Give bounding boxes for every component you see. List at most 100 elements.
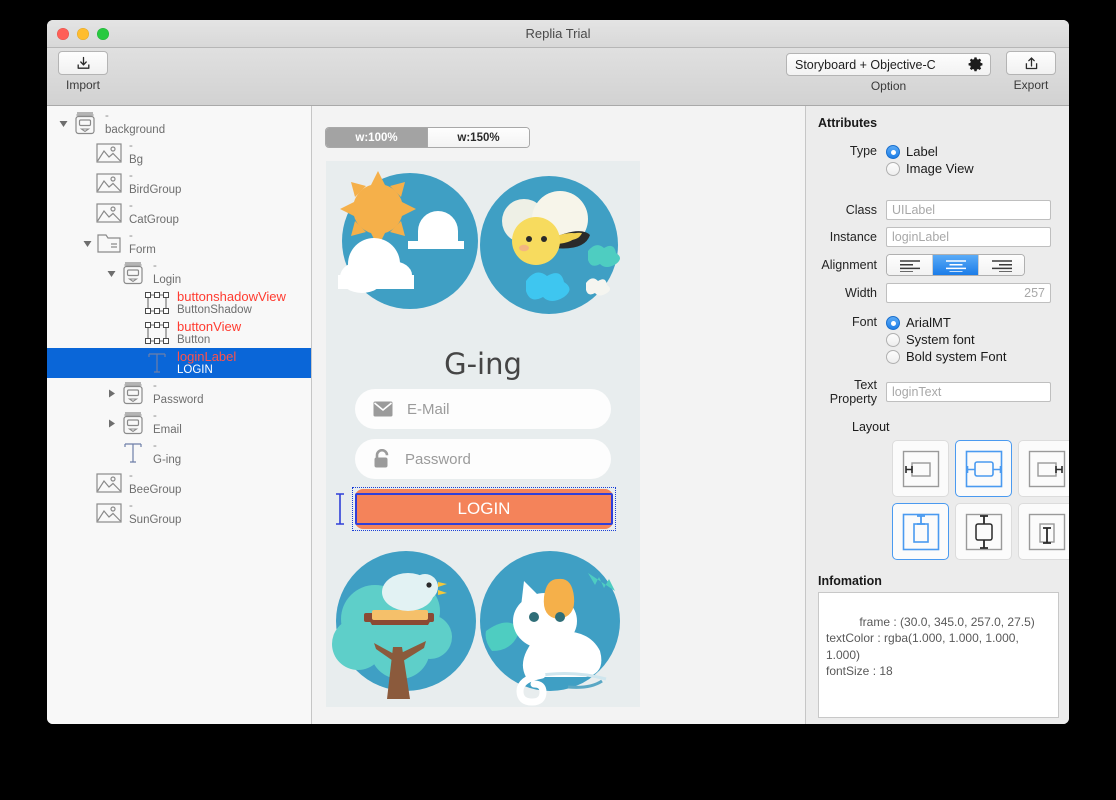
align-center-button[interactable]	[932, 255, 978, 275]
tree-twisty-down-icon[interactable]	[55, 115, 71, 131]
tree-row-buttonshadow[interactable]: buttonshadowView ButtonShadow	[47, 288, 311, 318]
canvas-panel[interactable]: w:100% w:150% G-ing E-Mail Password LOGI…	[312, 106, 806, 724]
layout-cell-pin-horizontal-left[interactable]	[892, 440, 949, 497]
align-right-button[interactable]	[978, 255, 1024, 275]
tree-row-button[interactable]: buttonView Button	[47, 318, 311, 348]
text-property-label: Text Property	[829, 378, 877, 406]
tree-row-labels: - Password	[153, 380, 204, 405]
gear-icon[interactable]	[967, 56, 984, 73]
font-radio-arialmt[interactable]: ArialMT	[886, 315, 1006, 330]
class-input[interactable]: UILabel	[886, 200, 1051, 220]
font-option-system-text: System font	[906, 332, 975, 347]
tree-row-labels: - Form	[129, 230, 156, 255]
tree-row-background[interactable]: - background	[47, 108, 311, 138]
image-view-icon	[95, 173, 123, 193]
login-button-selection-group[interactable]: LOGIN	[336, 487, 620, 531]
tree-row-name: -	[129, 140, 133, 153]
email-field[interactable]: E-Mail	[355, 389, 611, 429]
image-view-icon	[95, 503, 123, 523]
tree-row-beegroup[interactable]: - BeeGroup	[47, 468, 311, 498]
image-view-icon	[96, 203, 122, 223]
instance-input[interactable]: loginLabel	[886, 227, 1051, 247]
font-label: Font	[851, 315, 877, 329]
layout-cell-pin-horizontal-right[interactable]	[1018, 440, 1069, 497]
view-controller-icon	[123, 382, 143, 405]
tree-twisty-right-icon[interactable]	[103, 385, 119, 401]
width-input[interactable]: 257	[886, 283, 1051, 303]
information-textarea[interactable]: frame : (30.0, 345.0, 257.0, 27.5) textC…	[818, 592, 1059, 718]
tree-row-sungroup[interactable]: - SunGroup	[47, 498, 311, 528]
align-left-button[interactable]	[887, 255, 932, 275]
view-controller-icon	[123, 412, 143, 435]
zoom-segment-100[interactable]: w:100%	[326, 128, 427, 147]
layout-cell-pin-vertical-top[interactable]	[892, 503, 949, 560]
width-label: Width	[845, 286, 877, 300]
zoom-segmented-control[interactable]: w:100% w:150%	[325, 127, 530, 148]
zoom-segment-150[interactable]: w:150%	[427, 128, 529, 147]
tree-row-login[interactable]: loginLabel LOGIN	[47, 348, 311, 378]
width-value: 257	[1024, 286, 1045, 300]
layer-tree-panel[interactable]: - background - Bg - BirdGroup - CatGroup - Form - L…	[47, 106, 312, 724]
layout-constraint-grid[interactable]	[892, 440, 1069, 560]
pin-horizontal-right-icon	[1028, 450, 1065, 487]
tree-row-name: -	[153, 260, 157, 273]
tree-row-login[interactable]: - Login	[47, 258, 311, 288]
layout-label: Layout	[852, 420, 890, 434]
tree-row-password[interactable]: - Password	[47, 378, 311, 408]
type-option-image-view-text: Image View	[906, 161, 974, 176]
selection-box-icon	[143, 322, 171, 344]
tree-row-name: -	[153, 410, 157, 423]
type-radio-label[interactable]: Label	[886, 144, 974, 159]
radio-circle-icon	[886, 315, 900, 330]
tree-twisty-down-icon[interactable]	[103, 265, 119, 281]
tree-twisty-down-icon[interactable]	[79, 235, 95, 251]
tree-row-sublabel: Form	[129, 243, 156, 256]
instance-value: loginLabel	[892, 230, 949, 244]
radio-circle-icon	[886, 144, 900, 159]
export-share-icon	[1025, 56, 1037, 69]
option-control[interactable]: Storyboard + Objective-C Option	[786, 53, 991, 93]
font-radio-bold-system[interactable]: Bold system Font	[886, 349, 1006, 364]
tree-row-sublabel: ButtonShadow	[177, 304, 252, 317]
tree-row-email[interactable]: - Email	[47, 408, 311, 438]
tree-row-sublabel: CatGroup	[129, 213, 179, 226]
alignment-segmented-control[interactable]	[886, 254, 1025, 276]
radio-circle-icon	[886, 161, 900, 176]
tree-twisty-placeholder	[127, 355, 143, 371]
tree-row-form[interactable]: - Form	[47, 228, 311, 258]
folder-icon	[95, 233, 123, 254]
tree-twisty-placeholder	[127, 325, 143, 341]
tree-row-g-ing[interactable]: - G-ing	[47, 438, 311, 468]
vertical-constraint-handle-icon[interactable]	[334, 493, 346, 525]
login-button[interactable]: LOGIN	[355, 493, 613, 525]
password-field[interactable]: Password	[355, 439, 611, 479]
tree-twisty-right-icon[interactable]	[103, 415, 119, 431]
tree-row-sublabel: background	[105, 123, 166, 136]
type-radio-image-view[interactable]: Image View	[886, 161, 974, 176]
type-option-label-text: Label	[906, 144, 938, 159]
tree-row-labels: - Login	[153, 260, 181, 285]
layout-cell-pin-horizontal-both[interactable]	[955, 440, 1012, 497]
tree-twisty-placeholder	[103, 445, 119, 461]
layout-cell-pin-vertical-bottom[interactable]	[1018, 503, 1069, 560]
option-dropdown[interactable]: Storyboard + Objective-C	[786, 53, 991, 76]
layout-cell-pin-vertical-both[interactable]	[955, 503, 1012, 560]
text-property-input[interactable]: loginText	[886, 382, 1051, 402]
class-value: UILabel	[892, 203, 936, 217]
image-view-icon	[96, 143, 122, 163]
import-button[interactable]: Import	[52, 51, 114, 92]
preview-canvas[interactable]: G-ing E-Mail Password LOGIN	[326, 161, 640, 707]
tree-row-bg[interactable]: - Bg	[47, 138, 311, 168]
tree-row-labels: - BeeGroup	[129, 470, 181, 495]
font-radio-system[interactable]: System font	[886, 332, 1006, 347]
bee-group-illustration	[480, 176, 620, 314]
export-button[interactable]: Export	[1001, 51, 1061, 92]
tree-row-catgroup[interactable]: - CatGroup	[47, 198, 311, 228]
text-label-icon	[119, 441, 147, 465]
tree-row-birdgroup[interactable]: - BirdGroup	[47, 168, 311, 198]
view-controller-icon	[119, 411, 147, 435]
attributes-panel[interactable]: Attributes Type Label Image View Class U…	[806, 106, 1069, 724]
cat-group-illustration	[480, 551, 620, 706]
pin-vertical-bottom-icon	[1028, 513, 1065, 550]
tree-row-labels: - Email	[153, 410, 182, 435]
